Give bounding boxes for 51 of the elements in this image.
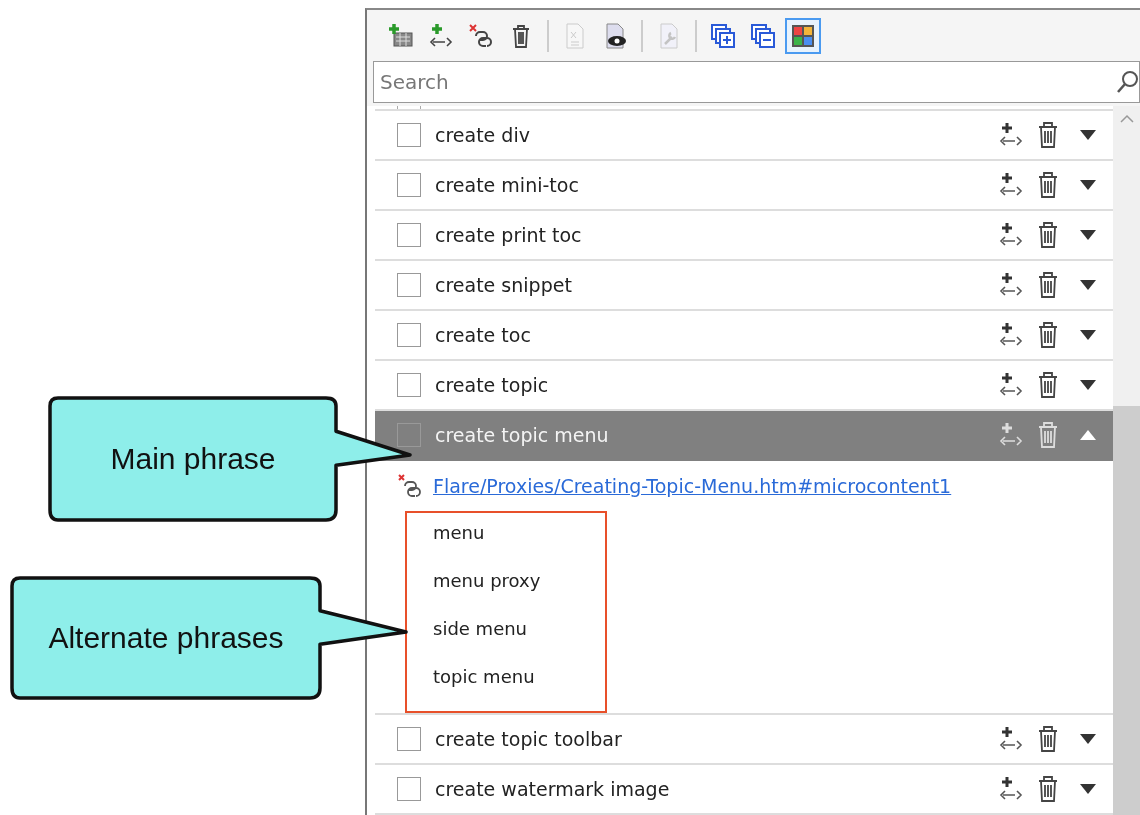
alternate-phrase[interactable]: side menu	[433, 611, 605, 659]
checkbox[interactable]	[397, 727, 421, 751]
caret-icon[interactable]	[1079, 328, 1097, 342]
broken-link-icon	[467, 22, 495, 50]
checkbox[interactable]	[397, 123, 421, 147]
stacked-minus-icon	[749, 22, 777, 50]
topic-link[interactable]: Flare/Proxies/Creating-Topic-Menu.htm#microcontent1	[433, 475, 952, 497]
checkbox[interactable]	[397, 223, 421, 247]
phrase-row[interactable]: create topic menu	[375, 411, 1113, 461]
phrase-text: create snippet	[435, 274, 573, 296]
color-grid-icon	[789, 22, 817, 50]
callout-text: Alternate phrases	[48, 621, 284, 655]
phrase-row[interactable]: create watermark image	[375, 765, 1113, 815]
scrollbar-thumb[interactable]	[1113, 406, 1140, 815]
caret-icon[interactable]	[1079, 732, 1097, 746]
caret-icon[interactable]	[1079, 378, 1097, 392]
search-field[interactable]: Search	[373, 61, 1140, 103]
stacked-plus-icon	[709, 22, 737, 50]
phrase-row[interactable]: create print toc	[375, 211, 1113, 261]
phrase-text: create topic menu	[435, 424, 610, 446]
phrase-row[interactable]: create snippet	[375, 261, 1113, 311]
phrase-text: create topic	[435, 374, 550, 396]
alternate-phrase[interactable]: menu	[433, 515, 605, 563]
callout-text: Main phrase	[110, 442, 276, 476]
checkbox[interactable]	[397, 273, 421, 297]
caret-icon[interactable]	[1079, 228, 1097, 242]
phrase-text: create toc	[435, 324, 532, 346]
scrollbar[interactable]	[1113, 106, 1140, 815]
checkbox[interactable]	[397, 777, 421, 801]
phrase-text: create watermark image	[435, 778, 671, 800]
phrase-row[interactable]: create toc	[375, 311, 1113, 361]
phrase-row[interactable]: create div	[375, 111, 1113, 161]
add-table-icon	[387, 22, 415, 50]
caret-icon[interactable]	[1079, 128, 1097, 142]
phrase-text: create topic toolbar	[435, 728, 623, 750]
checkbox[interactable]	[397, 423, 421, 447]
checkbox[interactable]	[397, 323, 421, 347]
caret-icon[interactable]	[1079, 178, 1097, 192]
alternate-phrase[interactable]: topic menu	[433, 659, 605, 707]
phrase-row[interactable]: create mini-toc	[375, 161, 1113, 211]
caret-icon[interactable]	[1079, 278, 1097, 292]
phrase-text: create mini-toc	[435, 174, 580, 196]
phrase-text: create div	[435, 124, 531, 146]
checkbox[interactable]	[397, 173, 421, 197]
caret-icon[interactable]	[1079, 782, 1097, 796]
broken-link-icon	[397, 473, 423, 499]
phrase-text: create print toc	[435, 224, 583, 246]
alternate-phrase[interactable]: menu proxy	[433, 563, 605, 611]
colors-button[interactable]	[785, 18, 821, 54]
checkbox[interactable]	[397, 373, 421, 397]
phrase-row[interactable]: create topic toolbar	[375, 715, 1113, 765]
